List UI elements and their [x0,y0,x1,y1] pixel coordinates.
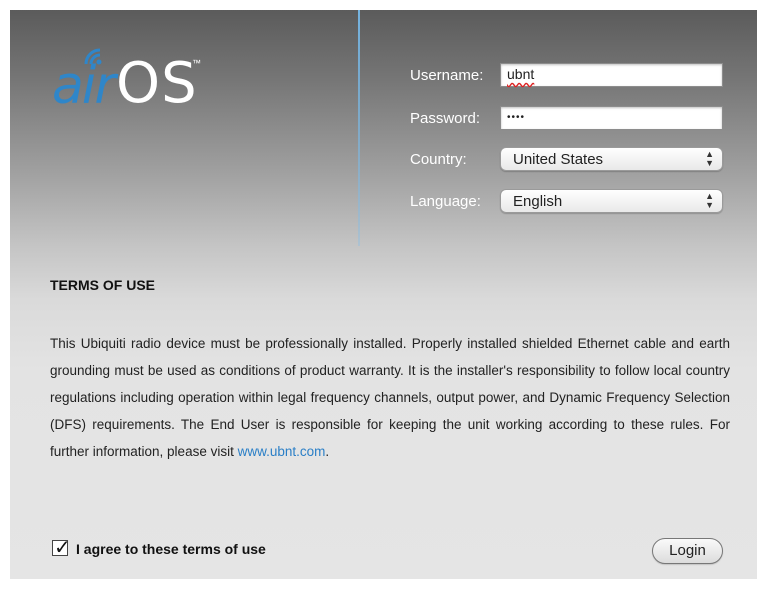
country-label: Country: [410,151,467,168]
logo-air-text: air [52,56,116,116]
country-value: United States [513,151,604,168]
username-label: Username: [410,67,484,84]
logo-trademark: ™ [192,58,201,68]
vertical-divider [358,10,360,246]
terms-tail: . [325,444,330,459]
agree-label: I agree to these terms of use [76,541,266,557]
username-input[interactable]: ubnt [500,63,723,87]
checkmark-icon: ✓ [54,535,71,559]
agree-checkbox[interactable]: ✓ [52,535,71,559]
logo-os-text: OS [116,51,198,116]
login-button[interactable]: Login [652,538,723,564]
username-value: ubnt [507,66,535,82]
password-value: •••• [507,112,526,123]
select-arrows-icon: ▲ ▼ [705,149,714,168]
ubnt-link[interactable]: www.ubnt.com [238,444,326,459]
password-input[interactable]: •••• [500,106,723,130]
language-select[interactable]: English ▲ ▼ [500,189,723,213]
login-panel: air OS ™ Username: ubnt Password: •••• C… [10,10,757,579]
language-label: Language: [410,193,481,210]
terms-heading: TERMS OF USE [50,277,156,293]
terms-body-text: This Ubiquiti radio device must be profe… [50,336,730,459]
password-label: Password: [410,110,481,127]
terms-text: This Ubiquiti radio device must be profe… [50,330,730,465]
language-value: English [513,193,563,210]
airos-logo: air OS ™ [52,40,222,130]
select-arrows-icon: ▲ ▼ [705,191,714,210]
country-select[interactable]: United States ▲ ▼ [500,147,723,171]
